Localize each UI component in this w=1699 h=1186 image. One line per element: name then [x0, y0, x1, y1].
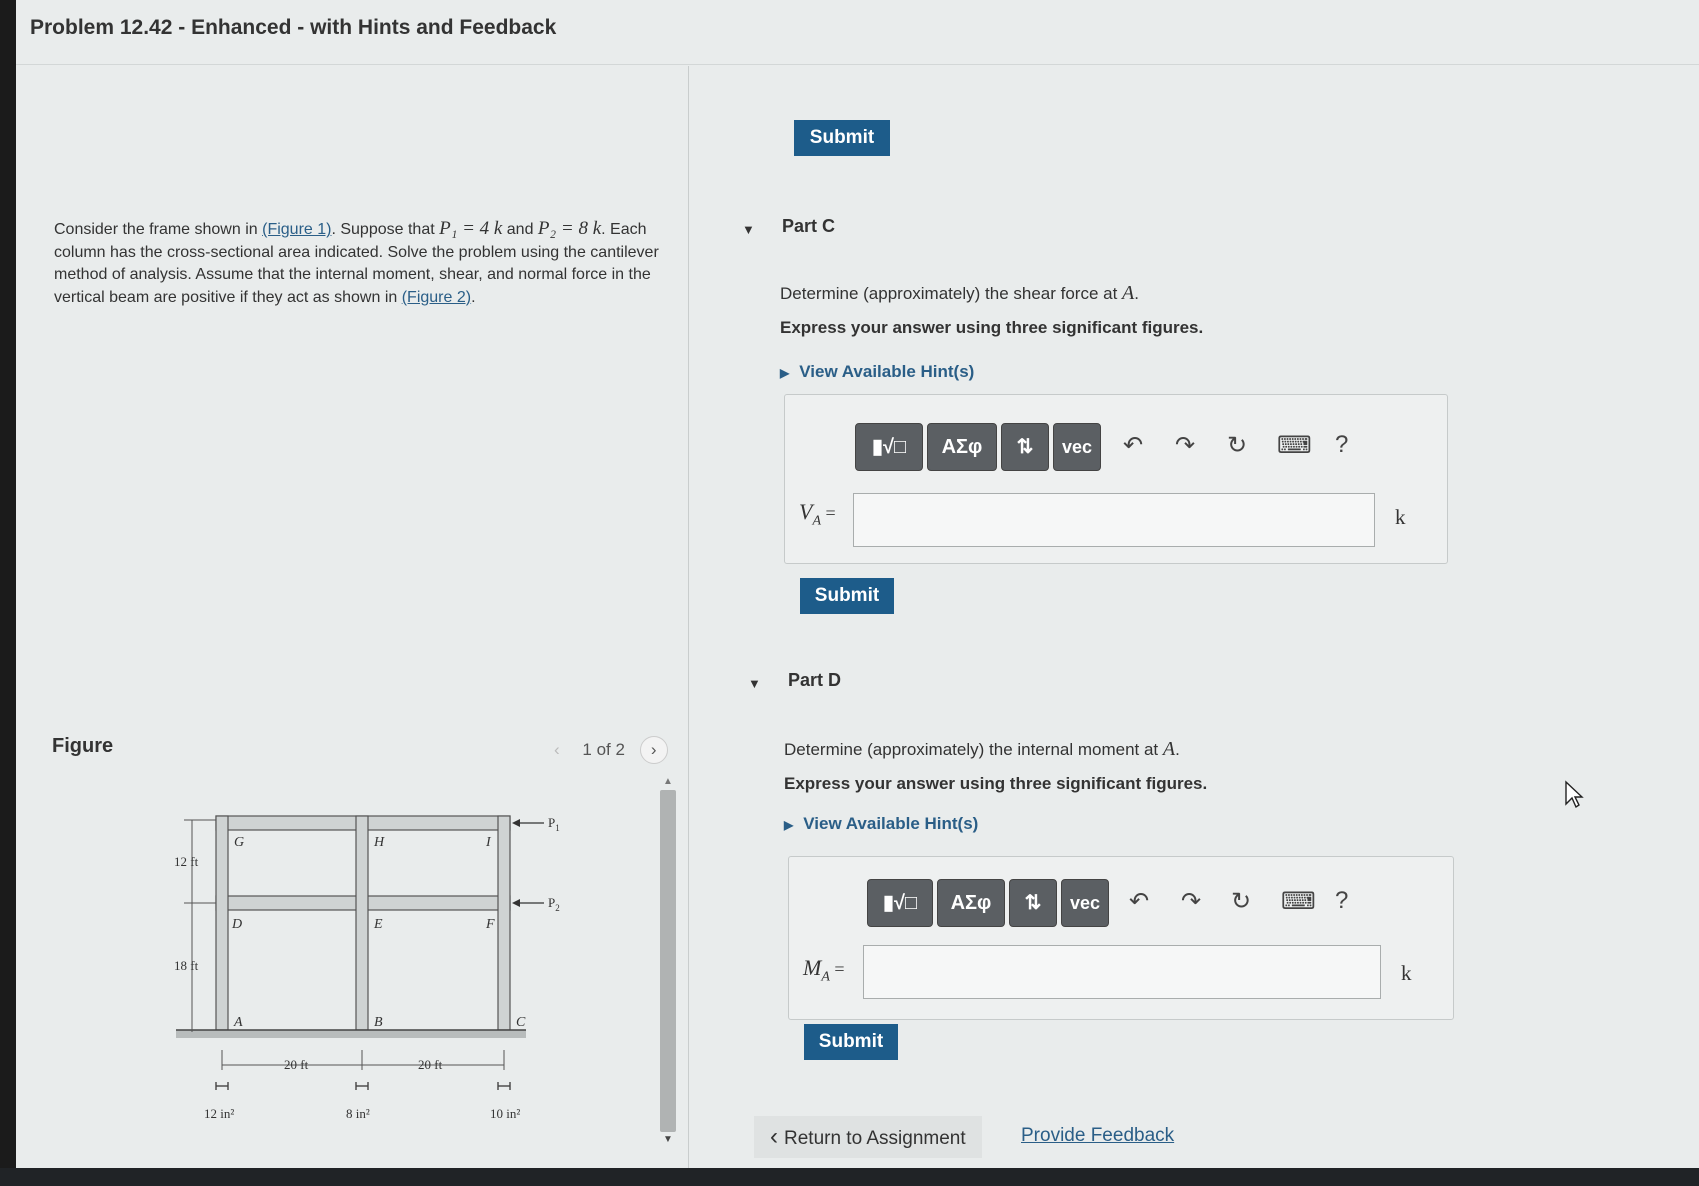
math-toolbar: ▮√□ ΑΣφ ⇅ vec ↶ ↷ ↻ ⌨ ? — [855, 423, 1365, 471]
triangle-right-icon: ▶ — [784, 818, 794, 832]
figure-scrollbar[interactable] — [660, 790, 676, 1132]
provide-feedback-link[interactable]: Provide Feedback — [1021, 1125, 1174, 1147]
subscript-superscript-button[interactable]: ⇅ — [1001, 423, 1049, 471]
chevron-left-icon[interactable]: ‹ — [554, 740, 560, 759]
part-d-answer-box: ▮√□ ΑΣφ ⇅ vec ↶ ↷ ↻ ⌨ ? MA = k — [788, 856, 1454, 1020]
part-c-hint-toggle[interactable]: ▶ View Available Hint(s) — [780, 362, 974, 382]
dim-height-bottom: 18 ft — [174, 958, 199, 973]
triangle-right-icon: ▶ — [780, 366, 790, 380]
problem-text-1: Consider the frame shown in — [54, 221, 263, 238]
templates-button[interactable]: ▮√□ — [855, 423, 923, 471]
problem-statement: Consider the frame shown in (Figure 1). … — [54, 218, 666, 309]
mouse-cursor-icon — [1565, 780, 1584, 809]
area-b: 8 in² — [346, 1106, 370, 1121]
dim-height-top: 12 ft — [174, 854, 199, 869]
part-c-unit: k — [1395, 505, 1406, 529]
undo-icon[interactable]: ↶ — [1123, 431, 1143, 460]
part-d-instruction: Express your answer using three signific… — [784, 774, 1208, 793]
undo-icon[interactable]: ↶ — [1129, 887, 1149, 916]
collapse-caret-icon[interactable]: ▼ — [742, 222, 755, 237]
ground — [176, 1030, 526, 1038]
vector-button[interactable]: vec — [1061, 879, 1109, 927]
part-c-answer-box: ▮√□ ΑΣφ ⇅ vec ↶ ↷ ↻ ⌨ ? VA = k — [784, 394, 1448, 564]
greek-symbols-button[interactable]: ΑΣφ — [927, 423, 997, 471]
part-d-question: Determine (approximately) the internal m… — [784, 738, 1180, 760]
joint-h: H — [373, 835, 385, 850]
joint-e: E — [373, 917, 383, 932]
templates-button[interactable]: ▮√□ — [867, 879, 933, 927]
joint-a: A — [233, 1015, 243, 1030]
column-middle — [355, 815, 369, 1031]
help-icon[interactable]: ? — [1335, 887, 1348, 915]
keyboard-icon[interactable]: ⌨ — [1281, 887, 1316, 916]
joint-d: D — [231, 917, 242, 932]
header-divider — [16, 64, 1699, 65]
part-d-variable: MA = — [803, 955, 845, 985]
help-icon[interactable]: ? — [1335, 431, 1348, 459]
load-p1: P1 — [548, 815, 560, 833]
dim-span-1: 20 ft — [284, 1057, 309, 1072]
chevron-left-icon: ‹ — [770, 1123, 778, 1150]
os-taskbar — [0, 1168, 1699, 1186]
joint-b: B — [374, 1015, 383, 1030]
area-c: 10 in² — [490, 1106, 520, 1121]
p1-value: P₁ = 4 k — [439, 218, 503, 239]
joint-g: G — [234, 835, 244, 850]
subscript-superscript-button[interactable]: ⇅ — [1009, 879, 1057, 927]
part-d-answer-input[interactable] — [863, 945, 1381, 999]
p2-value: P₂ = 8 k — [537, 218, 602, 239]
column-divider — [688, 66, 689, 1168]
scroll-up-icon[interactable]: ▲ — [663, 776, 673, 787]
math-toolbar: ▮√□ ΑΣφ ⇅ vec ↶ ↷ ↻ ⌨ ? — [867, 879, 1377, 927]
page-title: Problem 12.42 - Enhanced - with Hints an… — [30, 16, 557, 39]
problem-text-2: . Suppose that — [331, 221, 440, 238]
joint-f: F — [485, 917, 495, 932]
screen: Problem 12.42 - Enhanced - with Hints an… — [16, 0, 1699, 1168]
figure-pager: ‹ 1 of 2 › — [554, 736, 668, 764]
submit-button-part-b[interactable]: Submit — [794, 120, 890, 156]
return-to-assignment-button[interactable]: ‹ Return to Assignment — [754, 1116, 982, 1158]
scroll-down-icon[interactable]: ▼ — [663, 1134, 673, 1145]
dim-span-2: 20 ft — [418, 1057, 443, 1072]
figure-label: Figure — [52, 735, 114, 757]
redo-icon[interactable]: ↷ — [1175, 431, 1195, 460]
vector-button[interactable]: vec — [1053, 423, 1101, 471]
keyboard-icon[interactable]: ⌨ — [1277, 431, 1312, 460]
submit-button-part-d[interactable]: Submit — [804, 1024, 898, 1060]
figure-1-link[interactable]: (Figure 1) — [262, 221, 331, 238]
problem-text-3: and — [502, 221, 538, 238]
load-p2: P2 — [548, 895, 560, 913]
column-right — [497, 815, 511, 1031]
collapse-caret-icon[interactable]: ▼ — [748, 676, 761, 691]
part-c-variable: VA = — [799, 499, 836, 529]
part-c-instruction: Express your answer using three signific… — [780, 318, 1204, 337]
column-left — [215, 815, 229, 1031]
submit-button-part-c[interactable]: Submit — [800, 578, 894, 614]
part-c-question: Determine (approximately) the shear forc… — [780, 282, 1139, 304]
chevron-right-icon[interactable]: › — [639, 736, 668, 764]
frame-figure: G H I D E F A B C P1 P2 12 ft 18 ft 20 f… — [174, 815, 560, 1121]
area-a: 12 in² — [204, 1106, 234, 1121]
joint-c: C — [516, 1015, 526, 1030]
redo-icon[interactable]: ↷ — [1181, 887, 1201, 916]
part-d-unit: k — [1401, 961, 1412, 985]
reset-icon[interactable]: ↻ — [1227, 431, 1247, 460]
part-d-hint-toggle[interactable]: ▶ View Available Hint(s) — [784, 814, 978, 834]
pager-count: 1 of 2 — [582, 740, 625, 759]
reset-icon[interactable]: ↻ — [1231, 887, 1251, 916]
part-c-answer-input[interactable] — [853, 493, 1375, 547]
joint-i: I — [485, 835, 492, 850]
part-c-title: Part C — [782, 216, 836, 236]
figure-2-link[interactable]: (Figure 2) — [402, 289, 471, 306]
problem-text-5: . — [471, 288, 476, 306]
part-d-title: Part D — [788, 670, 842, 690]
greek-symbols-button[interactable]: ΑΣφ — [937, 879, 1005, 927]
